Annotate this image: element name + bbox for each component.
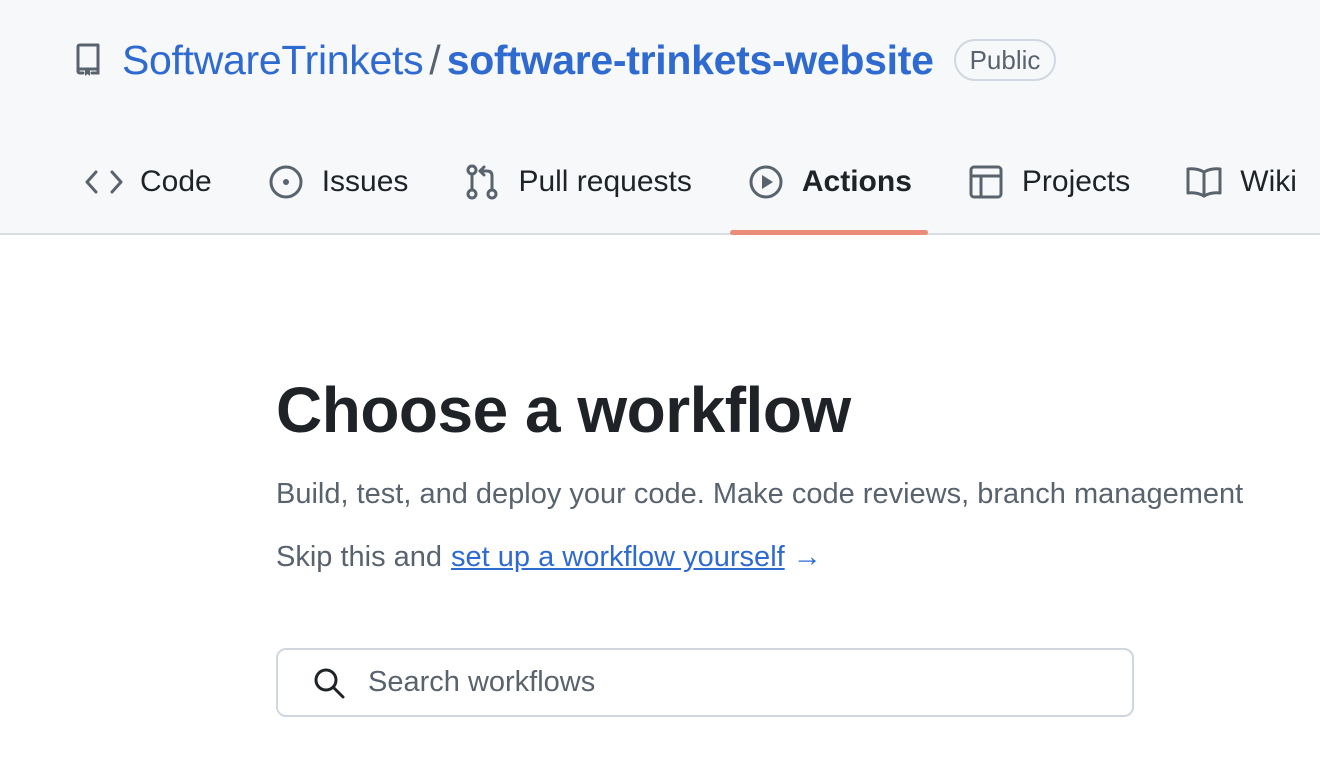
tab-label: Code: [140, 165, 212, 198]
book-icon: [1184, 162, 1224, 202]
tab-label: Actions: [801, 165, 912, 198]
tab-issues[interactable]: Issues: [250, 150, 425, 214]
play-icon: [746, 162, 786, 202]
tab-code[interactable]: Code: [68, 150, 228, 214]
search-icon: [312, 666, 346, 700]
page-title: Choose a workflow: [276, 374, 851, 446]
repo-header: SoftwareTrinkets / software-trinkets-web…: [0, 0, 1320, 235]
code-icon: [84, 162, 124, 202]
repo-icon: [72, 42, 104, 78]
repo-nav-tabs: Code Issues Pull requests Actions Projec…: [68, 150, 1320, 235]
arrow-right-icon[interactable]: →: [793, 541, 822, 574]
issue-opened-icon: [266, 162, 306, 202]
repo-path-separator: /: [429, 36, 441, 83]
tab-wiki[interactable]: Wiki: [1168, 150, 1313, 214]
tab-actions[interactable]: Actions: [729, 150, 928, 235]
skip-line: Skip this and set up a workflow yourself…: [276, 541, 1320, 574]
repo-name-link[interactable]: software-trinkets-website: [447, 37, 934, 84]
tab-label: Issues: [321, 165, 409, 198]
page-description: Build, test, and deploy your code. Make …: [276, 478, 1244, 510]
tab-label: Wiki: [1240, 165, 1297, 198]
git-pull-request-icon: [462, 162, 502, 202]
workflow-chooser: Choose a workflow Build, test, and deplo…: [276, 370, 1320, 574]
search-workflows-box[interactable]: [276, 648, 1134, 717]
tab-projects[interactable]: Projects: [950, 150, 1146, 214]
tab-pull-requests[interactable]: Pull requests: [446, 150, 707, 214]
tab-label: Projects: [1021, 165, 1131, 198]
search-workflows-input[interactable]: [368, 666, 1108, 699]
table-icon: [966, 162, 1006, 202]
tab-label: Pull requests: [518, 165, 692, 198]
skip-prefix: Skip this and: [276, 541, 443, 573]
repo-owner-link[interactable]: SoftwareTrinkets: [122, 37, 424, 84]
setup-workflow-link[interactable]: set up a workflow yourself: [451, 541, 785, 574]
repo-title-line: SoftwareTrinkets / software-trinkets-web…: [72, 32, 1057, 88]
visibility-badge: Public: [953, 39, 1057, 81]
